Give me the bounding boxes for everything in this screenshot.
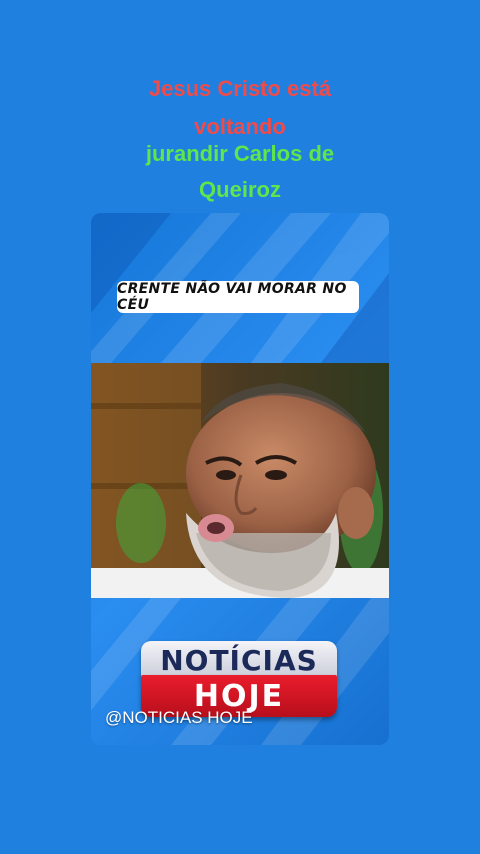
caption-box: CRENTE NÃO VAI MORAR NO CÉU [117,281,359,313]
post-subtitle-line-1: jurandir Carlos de [145,141,335,166]
speaker-illustration [91,363,389,598]
video-frame[interactable]: CRENTE NÃO VAI MORAR NO CÉU NOTÍCIAS HOJ… [91,213,389,745]
caption-text: CRENTE NÃO VAI MORAR NO CÉU [117,281,347,313]
post-title-line-1: Jesus Cristo está [148,76,332,101]
channel-handle[interactable]: @NOTICIAS HOJE [105,708,253,728]
speaker-photo [91,363,389,598]
post-subtitle-line-2: Queiroz [199,177,281,202]
news-badge-top: NOTÍCIAS [141,641,337,679]
news-badge-top-text: NOTÍCIAS [160,643,318,677]
